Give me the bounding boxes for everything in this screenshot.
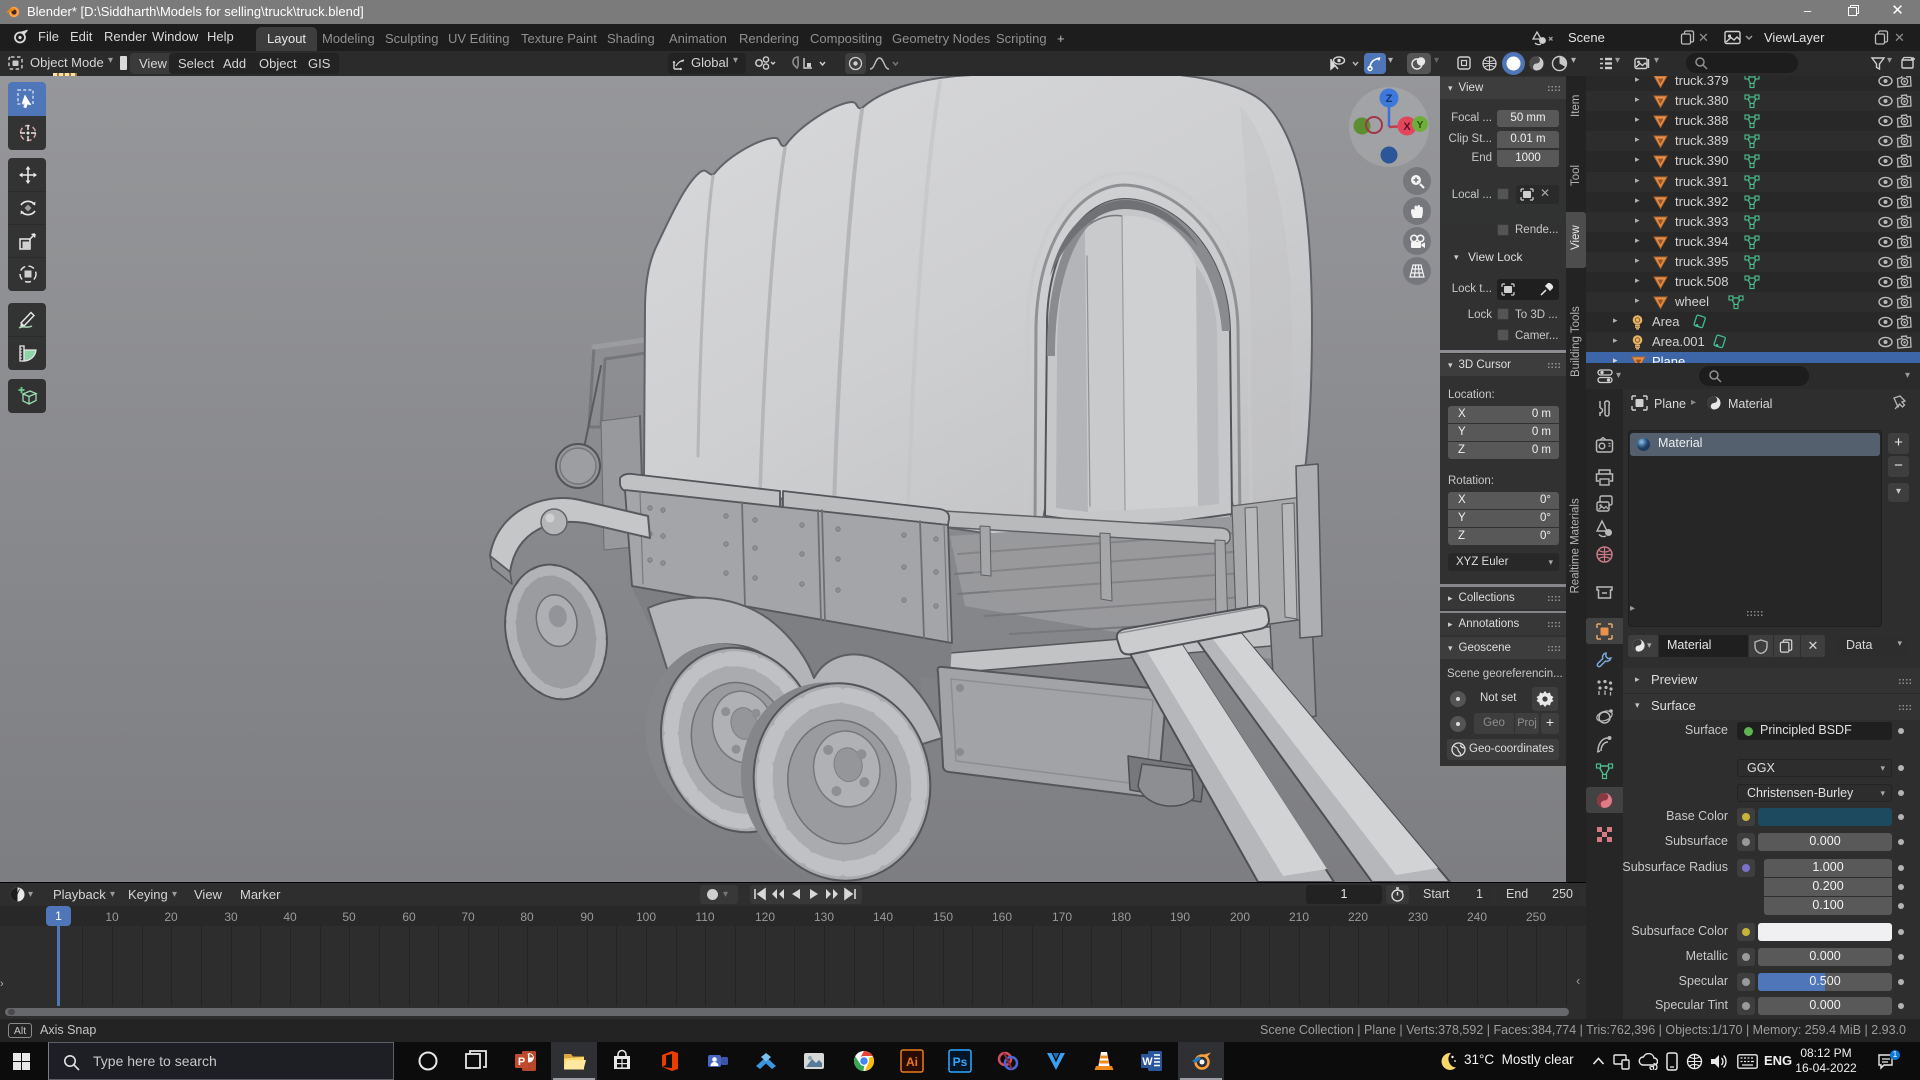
- svg-text:X: X: [1403, 121, 1411, 133]
- svg-text:Z: Z: [1386, 93, 1393, 105]
- svg-text:P: P: [518, 1056, 525, 1068]
- svg-text:Ps: Ps: [953, 1055, 968, 1069]
- svg-text:Ai: Ai: [906, 1055, 918, 1069]
- svg-text:W: W: [1142, 1056, 1153, 1068]
- svg-text:Y: Y: [1417, 120, 1424, 131]
